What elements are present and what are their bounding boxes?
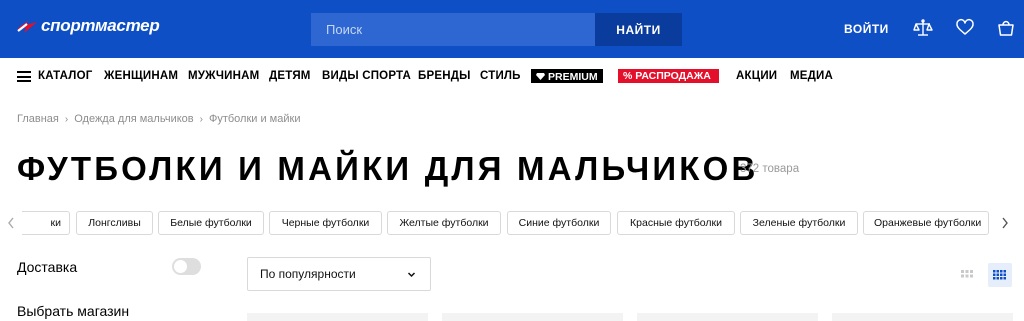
chevron-left-icon[interactable] bbox=[6, 215, 16, 231]
login-link[interactable]: ВОЙТИ bbox=[844, 22, 889, 36]
search-button[interactable]: НАЙТИ bbox=[595, 13, 682, 46]
sort-selected-value: По популярности bbox=[260, 267, 356, 281]
product-card[interactable] bbox=[247, 313, 428, 321]
breadcrumb-item[interactable]: Футболки и майки bbox=[209, 113, 301, 125]
breadcrumb-item[interactable]: Одежда для мальчиков bbox=[74, 113, 193, 125]
tag-chip[interactable]: Оранжевые футболки bbox=[863, 211, 989, 235]
breadcrumb: Главная › Одежда для мальчиков › Футболк… bbox=[17, 113, 300, 125]
nav-item-catalog[interactable]: КАТАЛОГ bbox=[38, 70, 92, 82]
breadcrumb-item[interactable]: Главная bbox=[17, 113, 59, 125]
chevron-right-icon: › bbox=[199, 113, 203, 125]
menu-burger-icon[interactable] bbox=[17, 71, 31, 82]
page-title: ФУТБОЛКИ И МАЙКИ ДЛЯ МАЛЬЧИКОВ bbox=[17, 150, 759, 187]
delivery-toggle[interactable] bbox=[172, 258, 201, 275]
tag-chip[interactable]: Лонгсливы bbox=[76, 211, 153, 235]
nav-item-media[interactable]: МЕДИА bbox=[790, 70, 833, 82]
search-input[interactable] bbox=[311, 13, 595, 46]
nav-item-kids[interactable]: ДЕТЯМ bbox=[269, 70, 311, 82]
compare-icon[interactable] bbox=[913, 18, 933, 38]
top-header: спортмастер НАЙТИ ВОЙТИ bbox=[0, 0, 1024, 58]
grid-small-view-icon[interactable] bbox=[988, 263, 1012, 287]
product-card[interactable] bbox=[832, 313, 1013, 321]
nav-item-promotions[interactable]: АКЦИИ bbox=[736, 70, 777, 82]
tag-chip[interactable]: Желтые футболки bbox=[387, 211, 501, 235]
tag-chip[interactable]: Черные футболки bbox=[269, 211, 382, 235]
delivery-filter-label: Доставка bbox=[17, 259, 78, 275]
chevron-right-icon: › bbox=[64, 113, 69, 125]
tag-chip[interactable]: Синие футболки bbox=[507, 211, 611, 235]
cart-icon[interactable] bbox=[996, 18, 1016, 38]
nav-item-premium[interactable]: PREMIUM bbox=[531, 69, 603, 83]
tag-chip[interactable]: Зеленые футболки bbox=[740, 211, 858, 235]
tag-chip[interactable]: ки bbox=[22, 211, 70, 235]
product-card[interactable] bbox=[637, 313, 818, 321]
nav-item-brands[interactable]: БРЕНДЫ bbox=[418, 70, 471, 82]
chevron-down-icon bbox=[407, 272, 416, 278]
nav-item-sports[interactable]: ВИДЫ СПОРТА bbox=[322, 70, 411, 82]
diamond-icon bbox=[536, 73, 545, 80]
logo-mark-icon bbox=[17, 21, 37, 33]
logo[interactable]: спортмастер bbox=[16, 15, 160, 37]
store-filter-label[interactable]: Выбрать магазин bbox=[17, 303, 129, 319]
logo-text: спортмастер bbox=[41, 16, 160, 35]
main-nav: КАТАЛОГ ЖЕНЩИНАМ МУЖЧИНАМ ДЕТЯМ ВИДЫ СПО… bbox=[0, 58, 1024, 94]
nav-item-sale[interactable]: % РАСПРОДАЖА bbox=[618, 69, 719, 83]
heart-icon[interactable] bbox=[955, 18, 975, 38]
premium-label: PREMIUM bbox=[548, 70, 598, 83]
product-count: 372 товара bbox=[740, 163, 800, 175]
product-card[interactable] bbox=[442, 313, 623, 321]
grid-large-view-icon[interactable] bbox=[955, 263, 979, 287]
tag-chip[interactable]: Красные футболки bbox=[617, 211, 735, 235]
quick-filter-tags: ки Лонгсливы Белые футболки Черные футбо… bbox=[0, 211, 1024, 235]
tag-chip[interactable]: Белые футболки bbox=[158, 211, 264, 235]
chevron-right-icon[interactable] bbox=[1000, 215, 1010, 231]
sort-select[interactable]: По популярности bbox=[247, 257, 431, 291]
nav-item-women[interactable]: ЖЕНЩИНАМ bbox=[104, 70, 178, 82]
nav-item-men[interactable]: МУЖЧИНАМ bbox=[188, 70, 259, 82]
nav-item-style[interactable]: СТИЛЬ bbox=[480, 70, 521, 82]
